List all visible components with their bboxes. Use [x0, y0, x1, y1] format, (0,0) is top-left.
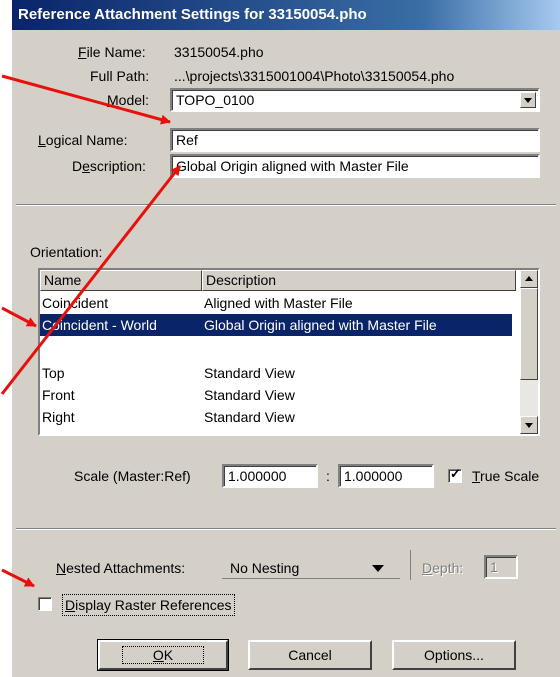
- dialog-title-bar: Reference Attachment Settings for 331500…: [12, 0, 560, 30]
- depth-value: 1: [490, 559, 498, 575]
- reference-attachment-dialog: Reference Attachment Settings for 331500…: [12, 0, 560, 677]
- true-scale-checkbox[interactable]: [448, 466, 462, 483]
- scale-master-input[interactable]: 1.000000: [222, 464, 318, 488]
- orientation-list[interactable]: Name Description Coincident Aligned with…: [38, 268, 540, 436]
- chevron-down-icon[interactable]: [520, 92, 536, 108]
- description-input[interactable]: Global Origin aligned with Master File: [170, 154, 540, 178]
- full-path-label: Full Path:: [90, 68, 150, 84]
- nesting-dropdown[interactable]: No Nesting: [222, 554, 400, 580]
- chevron-down-icon[interactable]: [372, 565, 384, 572]
- scale-ref-value: 1.000000: [344, 468, 403, 484]
- depth-label: Depth:: [422, 560, 464, 576]
- nested-attachments-label: Nested Attachments:: [56, 560, 186, 576]
- column-header-description[interactable]: Description: [202, 270, 516, 291]
- file-name-label: File Name:: [78, 44, 146, 60]
- cancel-button[interactable]: Cancel: [248, 640, 372, 670]
- separator: [410, 550, 411, 580]
- list-item-name: Coincident: [42, 295, 109, 311]
- file-name-value: 33150054.pho: [174, 44, 264, 60]
- scale-separator: :: [326, 468, 330, 484]
- list-item[interactable]: Coincident Aligned with Master File: [40, 292, 512, 314]
- scale-label: Scale (Master:Ref): [74, 468, 191, 484]
- list-item-description: Standard View: [204, 365, 295, 381]
- display-raster-label[interactable]: Display Raster References: [62, 594, 235, 616]
- scale-ref-input[interactable]: 1.000000: [338, 464, 434, 488]
- column-header-name[interactable]: Name: [40, 270, 202, 291]
- list-item-name: Top: [42, 365, 65, 381]
- depth-input[interactable]: 1: [484, 555, 518, 579]
- dropdown-underline: [222, 578, 400, 579]
- logical-name-label: Logical Name:: [38, 132, 128, 148]
- scroll-up-icon[interactable]: [520, 270, 538, 288]
- display-raster-checkbox[interactable]: [38, 597, 52, 611]
- list-item-name: Right: [42, 409, 75, 425]
- description-value: Global Origin aligned with Master File: [176, 158, 409, 174]
- separator: [16, 528, 556, 530]
- orientation-label: Orientation:: [30, 244, 103, 260]
- full-path-value: ...\projects\3315001004\Photo\33150054.p…: [174, 68, 455, 84]
- separator: [16, 204, 556, 206]
- list-item-description: Standard View: [204, 409, 295, 425]
- scroll-thumb[interactable]: [520, 288, 538, 380]
- list-item-description: Standard View: [204, 387, 295, 403]
- model-label: Model:: [107, 92, 150, 108]
- nesting-value: No Nesting: [230, 560, 300, 576]
- list-item[interactable]: Top Standard View: [40, 362, 512, 384]
- list-item-name: Front: [42, 387, 75, 403]
- vertical-scrollbar[interactable]: [520, 270, 538, 434]
- description-label: Description:: [72, 158, 146, 174]
- list-item[interactable]: Front Standard View: [40, 384, 512, 406]
- list-item-description: Global Origin aligned with Master File: [204, 317, 437, 333]
- list-item-selected[interactable]: Coincident - World Global Origin aligned…: [40, 314, 512, 336]
- scroll-down-icon[interactable]: [520, 416, 538, 434]
- ok-button[interactable]: OK: [97, 639, 229, 671]
- model-dropdown[interactable]: TOPO_0100: [170, 88, 540, 112]
- list-item[interactable]: Right Standard View: [40, 406, 512, 428]
- logical-name-input[interactable]: Ref: [170, 128, 540, 152]
- list-item-description: Aligned with Master File: [204, 295, 353, 311]
- true-scale-label: True Scale: [472, 468, 540, 484]
- list-item-empty[interactable]: [40, 336, 512, 358]
- list-item-name: Coincident - World: [42, 317, 157, 333]
- options-button[interactable]: Options...: [392, 640, 516, 670]
- logical-name-value: Ref: [176, 132, 198, 148]
- model-value: TOPO_0100: [176, 92, 255, 108]
- scale-master-value: 1.000000: [228, 468, 287, 484]
- ok-button-label: OK: [121, 646, 205, 664]
